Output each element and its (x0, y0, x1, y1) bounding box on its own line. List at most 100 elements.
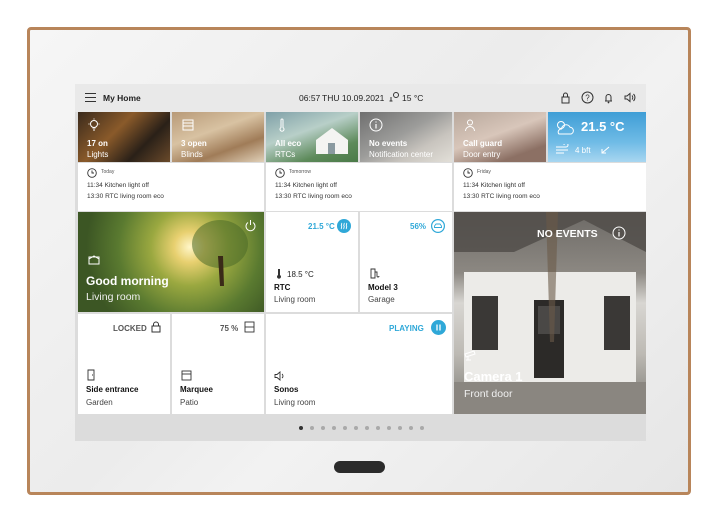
door-lock-tile[interactable]: LOCKED Side entrance Garden (78, 314, 170, 414)
rtc-tile[interactable]: 21.5 °C 18.5 °C RTC Living room (266, 212, 358, 312)
rtcs-label: RTCs (275, 150, 296, 159)
history-today[interactable]: Today 11:34 Kitchen light off 13:30 RTC … (78, 163, 264, 211)
rtcs-status: All eco (275, 139, 302, 148)
lock-icon[interactable] (559, 91, 572, 104)
rtc-name: RTC (274, 283, 291, 292)
page-dot[interactable] (398, 426, 402, 430)
page-dot[interactable] (321, 426, 325, 430)
bell-icon[interactable] (602, 91, 615, 104)
marquee-name: Marquee (180, 385, 213, 394)
wind-icon (556, 144, 569, 154)
page-dot[interactable] (376, 426, 380, 430)
history-line: 13:30 RTC living room eco (87, 193, 164, 200)
page-dot[interactable] (409, 426, 413, 430)
car-icon[interactable] (431, 219, 445, 233)
history-friday[interactable]: Friday 11:34 Kitchen light off 13:30 RTC… (454, 163, 646, 211)
blinds-icon (182, 119, 194, 131)
sonos-state: PLAYING (389, 324, 424, 333)
history-day: Tomorrow (289, 169, 311, 175)
garage-tile[interactable]: 56% Model 3 Garage (360, 212, 452, 312)
tile-blinds[interactable]: 3 open Blinds (172, 112, 264, 162)
tile-rtcs[interactable]: All eco RTCs (266, 112, 358, 162)
marquee-icon (181, 370, 192, 381)
page-dot[interactable] (387, 426, 391, 430)
thermometer-icon (277, 269, 281, 279)
lights-count: 17 on (87, 139, 108, 148)
screen: My Home 06:57 THU 10.09.2021 15 °C ? 17 … (75, 84, 646, 441)
scene-tile-good-morning[interactable]: Good morning Living room (78, 212, 264, 312)
home-title[interactable]: My Home (103, 93, 141, 103)
tile-notifications[interactable]: No events Notification center (360, 112, 452, 162)
history-line: 13:30 RTC living room eco (463, 193, 540, 200)
history-day: Friday (477, 169, 491, 175)
door-lock-state: LOCKED (113, 324, 147, 333)
page-dot[interactable] (299, 426, 303, 430)
page-dot[interactable] (310, 426, 314, 430)
camera-icon (464, 350, 476, 361)
wind-strength: 4 bft (575, 146, 591, 155)
tile-lights[interactable]: 17 on Lights (78, 112, 170, 162)
page-dot[interactable] (343, 426, 347, 430)
power-icon[interactable] (244, 219, 257, 232)
status-bar: My Home 06:57 THU 10.09.2021 15 °C ? (75, 84, 646, 112)
door-entry-status: Call guard (463, 139, 503, 148)
status-time: 06:57 (299, 93, 321, 103)
clock-icon (463, 168, 473, 178)
awning-icon[interactable] (244, 321, 255, 333)
partly-cloudy-icon (557, 121, 574, 135)
page-dot[interactable] (420, 426, 424, 430)
clock-icon (275, 168, 285, 178)
page-dot[interactable] (365, 426, 369, 430)
notifications-status: No events (369, 139, 408, 148)
blinds-label: Blinds (181, 150, 203, 159)
garage-name: Model 3 (368, 283, 398, 292)
info-icon[interactable] (612, 226, 626, 240)
wind-direction-icon (601, 146, 610, 154)
pause-icon[interactable] (431, 320, 446, 335)
scene-title: Good morning (86, 274, 169, 288)
info-icon (369, 118, 383, 132)
scene-icon (88, 255, 100, 265)
thermometer-icon (279, 118, 285, 132)
camera-tile[interactable]: NO EVENTS Camera 1 Front door (454, 212, 646, 414)
home-button[interactable] (334, 461, 385, 473)
history-line: 11:34 Kitchen light off (275, 182, 337, 189)
person-icon (465, 119, 475, 132)
weather-icon (389, 92, 399, 102)
rtc-room: Living room (274, 295, 316, 304)
page-dot[interactable] (354, 426, 358, 430)
history-line: 13:30 RTC living room eco (275, 193, 352, 200)
notifications-label: Notification center (369, 150, 434, 159)
garage-room: Garage (368, 295, 395, 304)
marquee-room: Patio (180, 398, 199, 407)
lock-icon[interactable] (150, 321, 162, 333)
tree-image (192, 220, 248, 286)
marquee-tile[interactable]: 75 % Marquee Patio (172, 314, 264, 414)
sonos-name: Sonos (274, 385, 299, 394)
speaker-icon (274, 371, 284, 381)
heating-icon[interactable] (337, 219, 351, 233)
menu-icon[interactable] (85, 93, 96, 102)
charger-icon (370, 268, 380, 279)
scene-room: Living room (86, 291, 141, 303)
tile-weather[interactable]: 21.5 °C 4 bft (548, 112, 646, 162)
speaker-icon[interactable] (623, 91, 636, 104)
history-day: Today (101, 169, 115, 175)
sonos-tile[interactable]: PLAYING Sonos Living room (266, 314, 452, 414)
history-line: 11:34 Kitchen light off (87, 182, 149, 189)
door-lock-room: Garden (86, 398, 113, 407)
tile-door-entry[interactable]: Call guard Door entry (454, 112, 546, 162)
camera-events: NO EVENTS (537, 228, 598, 240)
help-icon[interactable]: ? (581, 91, 594, 104)
lightbulb-icon (88, 118, 100, 131)
door-lock-name: Side entrance (86, 385, 139, 394)
status-date: THU 10.09.2021 (322, 93, 385, 103)
rtc-current-temperature: 18.5 °C (287, 270, 314, 279)
blinds-count: 3 open (181, 139, 207, 148)
status-temperature: 15 °C (402, 93, 424, 103)
page-dot[interactable] (332, 426, 336, 430)
garage-value: 56% (410, 222, 427, 231)
marquee-value: 75 % (220, 324, 239, 333)
history-tomorrow[interactable]: Tomorrow 11:34 Kitchen light off 13:30 R… (266, 163, 452, 211)
door-icon (87, 369, 95, 381)
